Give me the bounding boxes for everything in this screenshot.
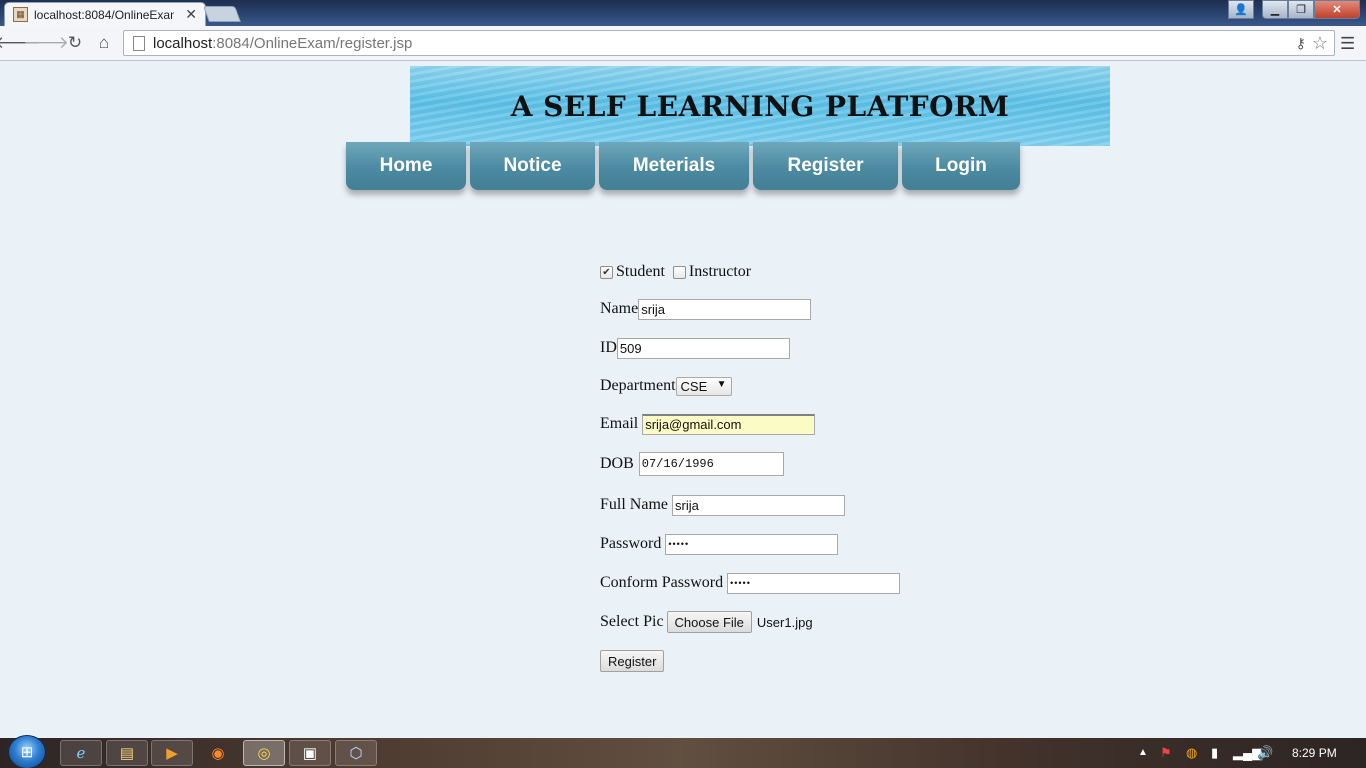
nav-login[interactable]: Login	[902, 142, 1020, 190]
name-row: Name srija	[600, 298, 812, 320]
reload-icon[interactable]: ↻	[65, 33, 85, 53]
battery-icon[interactable]: ▮	[1211, 745, 1218, 761]
new-tab-button[interactable]	[203, 6, 241, 22]
restore-button[interactable]: ❐	[1288, 0, 1314, 19]
email-row: Email srija@gmail.com	[600, 413, 816, 435]
close-window-button[interactable]: ✕	[1314, 0, 1360, 19]
full-name-input[interactable]: srija	[672, 494, 845, 516]
tab-close-icon[interactable]: ✕	[185, 6, 197, 23]
bookmark-star-icon[interactable]: ☆	[1312, 33, 1328, 54]
key-icon[interactable]: ⚷	[1296, 35, 1306, 52]
taskbar-clock[interactable]: 8:29 PM	[1292, 746, 1337, 760]
role-row: ✔ Student Instructor	[600, 261, 751, 283]
student-checkbox[interactable]: ✔	[600, 265, 613, 279]
tab-title: localhost:8084/OnlineExam	[34, 7, 174, 22]
department-label: Department	[600, 377, 676, 394]
window-titlebar: ▦ localhost:8084/OnlineExam ✕ 👤 ▁ ❐ ✕	[0, 0, 1366, 26]
department-row: Department CSE ▼	[600, 375, 732, 397]
picture-row: Select Pic Choose File User1.jpg	[600, 611, 813, 633]
submit-row: Register	[600, 650, 665, 672]
selected-filename: User1.jpg	[756, 614, 813, 630]
register-submit-button[interactable]: Register	[600, 650, 665, 672]
department-selected: CSE	[680, 378, 708, 394]
window-app-icon[interactable]: ▣	[289, 740, 331, 766]
password-label: Password	[600, 535, 662, 552]
firefox-icon[interactable]: ◉	[197, 740, 239, 766]
cube-app-icon[interactable]: ⬡	[335, 740, 377, 766]
picture-label: Select Pic	[600, 613, 664, 630]
tray-app-icon[interactable]: ◍	[1186, 745, 1197, 761]
name-input[interactable]: srija	[638, 298, 812, 320]
profile-icon[interactable]: 👤	[1228, 0, 1254, 19]
page-favicon-icon: ▦	[13, 7, 28, 22]
chrome-icon[interactable]: ◎	[243, 740, 285, 766]
show-hidden-icons-icon[interactable]: ▲	[1138, 747, 1148, 758]
address-url: localhost:8084/OnlineExam/register.jsp	[153, 34, 413, 52]
full-name-row: Full Name srija	[600, 494, 845, 516]
browser-toolbar: 🡐 🡒 ↻ ⌂ localhost:8084/OnlineExam/regist…	[0, 26, 1366, 61]
minimize-button[interactable]: ▁	[1262, 0, 1288, 19]
nav-home[interactable]: Home	[346, 142, 466, 190]
choose-file-button[interactable]: Choose File	[666, 611, 752, 633]
full-name-label: Full Name	[600, 496, 668, 513]
browser-tab[interactable]: ▦ localhost:8084/OnlineExam ✕	[4, 2, 206, 26]
site-banner: A SELF LEARNING PLATFORM	[410, 66, 1110, 146]
file-explorer-icon[interactable]: ▤	[106, 740, 148, 766]
student-label: Student	[616, 263, 665, 280]
nav-materials[interactable]: Meterials	[599, 142, 749, 190]
dob-label: DOB	[600, 455, 634, 472]
taskbar: ⊞ ℯ ▤ ▶ ◉ ◎ ▣ ⬡ ▲ ⚑ ◍ ▮ ▂▄▆ 🔊 8:29 PM	[0, 735, 1366, 768]
address-bar[interactable]: localhost:8084/OnlineExam/register.jsp ⚷…	[123, 30, 1335, 56]
instructor-checkbox[interactable]	[672, 265, 686, 279]
page-content: A SELF LEARNING PLATFORM Home Notice Met…	[0, 62, 1366, 738]
dob-row: DOB 07/16/1996	[600, 452, 784, 476]
password-row: Password •••••	[600, 533, 839, 555]
id-row: ID 509	[600, 337, 790, 359]
dropdown-arrow-icon: ▼	[716, 378, 727, 390]
dob-input[interactable]: 07/16/1996	[638, 452, 784, 476]
id-input[interactable]: 509	[616, 337, 790, 359]
start-button[interactable]: ⊞	[8, 735, 46, 768]
page-icon	[133, 35, 145, 51]
action-center-flag-icon[interactable]: ⚑	[1160, 745, 1172, 761]
forward-arrow-icon[interactable]: 🡒	[23, 33, 69, 53]
volume-icon[interactable]: 🔊	[1257, 745, 1273, 761]
email-input[interactable]: srija@gmail.com	[642, 413, 816, 435]
email-label: Email	[600, 415, 639, 432]
department-select[interactable]: CSE ▼	[675, 376, 732, 396]
confirm-password-label: Conform Password	[600, 574, 724, 591]
id-label: ID	[600, 339, 617, 356]
internet-explorer-icon[interactable]: ℯ	[60, 740, 102, 766]
media-player-icon[interactable]: ▶	[151, 740, 193, 766]
nav-register[interactable]: Register	[753, 142, 898, 190]
confirm-password-row: Conform Password •••••	[600, 572, 901, 594]
nav-notice[interactable]: Notice	[470, 142, 595, 190]
site-title: A SELF LEARNING PLATFORM	[510, 89, 1010, 123]
name-label: Name	[600, 300, 639, 317]
home-icon[interactable]: ⌂	[94, 33, 114, 53]
instructor-label: Instructor	[688, 263, 752, 280]
password-input[interactable]: •••••	[665, 533, 839, 555]
menu-icon[interactable]: ☰	[1340, 34, 1358, 53]
confirm-password-input[interactable]: •••••	[727, 572, 901, 594]
